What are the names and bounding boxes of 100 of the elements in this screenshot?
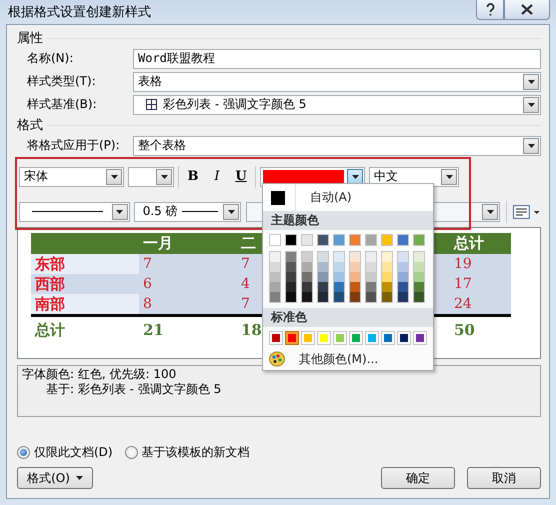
- color-swatch[interactable]: [397, 234, 409, 246]
- dropdown-button[interactable]: [523, 74, 539, 90]
- dropdown-field[interactable]: 彩色列表 - 强调文字颜色 5: [133, 94, 541, 114]
- color-swatch[interactable]: [366, 252, 376, 262]
- color-swatch[interactable]: [366, 272, 376, 282]
- color-swatch[interactable]: [398, 272, 408, 282]
- font-dropdown[interactable]: 宋体: [19, 166, 124, 186]
- format-button[interactable]: 格式(O): [17, 467, 93, 489]
- color-swatch[interactable]: [286, 272, 296, 282]
- dropdown-field[interactable]: 整个表格: [133, 136, 541, 156]
- dropdown-button[interactable]: [482, 204, 498, 220]
- dropdown-button[interactable]: [112, 204, 128, 220]
- color-swatch[interactable]: [382, 262, 392, 272]
- color-swatch[interactable]: [302, 252, 312, 262]
- radio-button[interactable]: [124, 446, 138, 459]
- color-swatch[interactable]: [334, 262, 344, 272]
- color-swatch[interactable]: [413, 234, 425, 246]
- color-swatch[interactable]: [366, 282, 376, 292]
- color-swatch[interactable]: [270, 282, 280, 292]
- color-swatch[interactable]: [350, 292, 360, 302]
- color-swatch[interactable]: [366, 292, 376, 302]
- color-swatch[interactable]: [302, 292, 312, 302]
- color-swatch[interactable]: [350, 282, 360, 292]
- color-swatch[interactable]: [318, 272, 328, 282]
- color-swatch[interactable]: [286, 252, 296, 262]
- dropdown-button[interactable]: [156, 168, 172, 184]
- dropdown-field[interactable]: 表格: [133, 72, 541, 92]
- window-title: 根据格式设置创建新样式: [7, 4, 152, 21]
- dropdown-button[interactable]: [523, 138, 539, 154]
- color-swatch[interactable]: [317, 234, 329, 246]
- color-swatch[interactable]: [333, 234, 345, 246]
- color-swatch[interactable]: [382, 292, 392, 302]
- color-swatch[interactable]: [398, 252, 408, 262]
- color-swatch[interactable]: [318, 252, 328, 262]
- cancel-button[interactable]: 取消: [467, 467, 541, 489]
- color-swatch[interactable]: [414, 282, 424, 292]
- color-swatch[interactable]: [286, 262, 296, 272]
- border-options-icon[interactable]: [513, 204, 541, 220]
- color-swatch[interactable]: [286, 332, 298, 344]
- color-swatch[interactable]: [270, 272, 280, 282]
- color-swatch[interactable]: [302, 272, 312, 282]
- color-swatch[interactable]: [286, 282, 296, 292]
- color-swatch[interactable]: [334, 252, 344, 262]
- border-style-dropdown[interactable]: [19, 202, 130, 222]
- color-swatch[interactable]: [365, 234, 377, 246]
- color-swatch[interactable]: [301, 234, 313, 246]
- color-swatch[interactable]: [334, 292, 344, 302]
- color-swatch[interactable]: [318, 282, 328, 292]
- table-cell: 50: [450, 316, 511, 343]
- color-swatch[interactable]: [349, 234, 361, 246]
- color-swatch[interactable]: [382, 272, 392, 282]
- section-heading: 格式: [17, 117, 43, 134]
- dropdown-button[interactable]: [441, 168, 457, 184]
- italic-button[interactable]: I: [207, 166, 227, 186]
- color-swatch[interactable]: [318, 292, 328, 302]
- dropdown-button[interactable]: [223, 204, 240, 220]
- color-swatch[interactable]: [414, 292, 424, 302]
- color-swatch[interactable]: [381, 234, 393, 246]
- color-swatch[interactable]: [366, 262, 376, 272]
- color-swatch[interactable]: [285, 234, 297, 246]
- color-swatch[interactable]: [334, 282, 344, 292]
- border-width-dropdown[interactable]: 0.5 磅: [134, 202, 242, 222]
- help-button[interactable]: [476, 0, 504, 20]
- color-swatch[interactable]: [270, 262, 280, 272]
- more-colors-item[interactable]: 其他颜色(M)...: [299, 350, 378, 368]
- bold-button[interactable]: B: [183, 166, 203, 186]
- color-swatch[interactable]: [334, 272, 344, 282]
- radio-label[interactable]: 基于该模板的新文档: [142, 444, 250, 461]
- color-swatch[interactable]: [350, 262, 360, 272]
- dropdown-button[interactable]: [106, 168, 122, 184]
- color-swatch[interactable]: [302, 262, 312, 272]
- palette-icon: [269, 351, 285, 367]
- color-swatch[interactable]: [382, 252, 392, 262]
- radio-button[interactable]: [17, 446, 30, 459]
- color-swatch[interactable]: [414, 262, 424, 272]
- color-swatch[interactable]: [270, 252, 280, 262]
- color-swatch[interactable]: [350, 272, 360, 282]
- color-swatch[interactable]: [269, 234, 281, 246]
- color-swatch[interactable]: [414, 252, 424, 262]
- field-label: 样式基准(B):: [27, 96, 98, 113]
- underline-button[interactable]: U: [231, 166, 251, 186]
- color-swatch[interactable]: [398, 262, 408, 272]
- dropdown-button[interactable]: [523, 96, 539, 112]
- row-label: 总计: [31, 316, 139, 343]
- color-swatch[interactable]: [318, 262, 328, 272]
- caret-icon: [160, 174, 168, 178]
- ok-button[interactable]: 确定: [381, 467, 455, 489]
- color-swatch[interactable]: [270, 292, 280, 302]
- color-swatch[interactable]: [286, 292, 296, 302]
- radio-label[interactable]: 仅限此文档(D): [34, 444, 113, 461]
- color-swatch[interactable]: [398, 292, 408, 302]
- name-field[interactable]: Word联盟教程: [133, 48, 541, 68]
- color-swatch[interactable]: [414, 272, 424, 282]
- close-button[interactable]: [504, 0, 550, 20]
- caret-icon: [486, 210, 494, 214]
- dropdown-button[interactable]: [347, 168, 363, 184]
- color-swatch[interactable]: [398, 282, 408, 292]
- color-swatch[interactable]: [350, 252, 360, 262]
- color-swatch[interactable]: [302, 282, 312, 292]
- color-swatch[interactable]: [382, 282, 392, 292]
